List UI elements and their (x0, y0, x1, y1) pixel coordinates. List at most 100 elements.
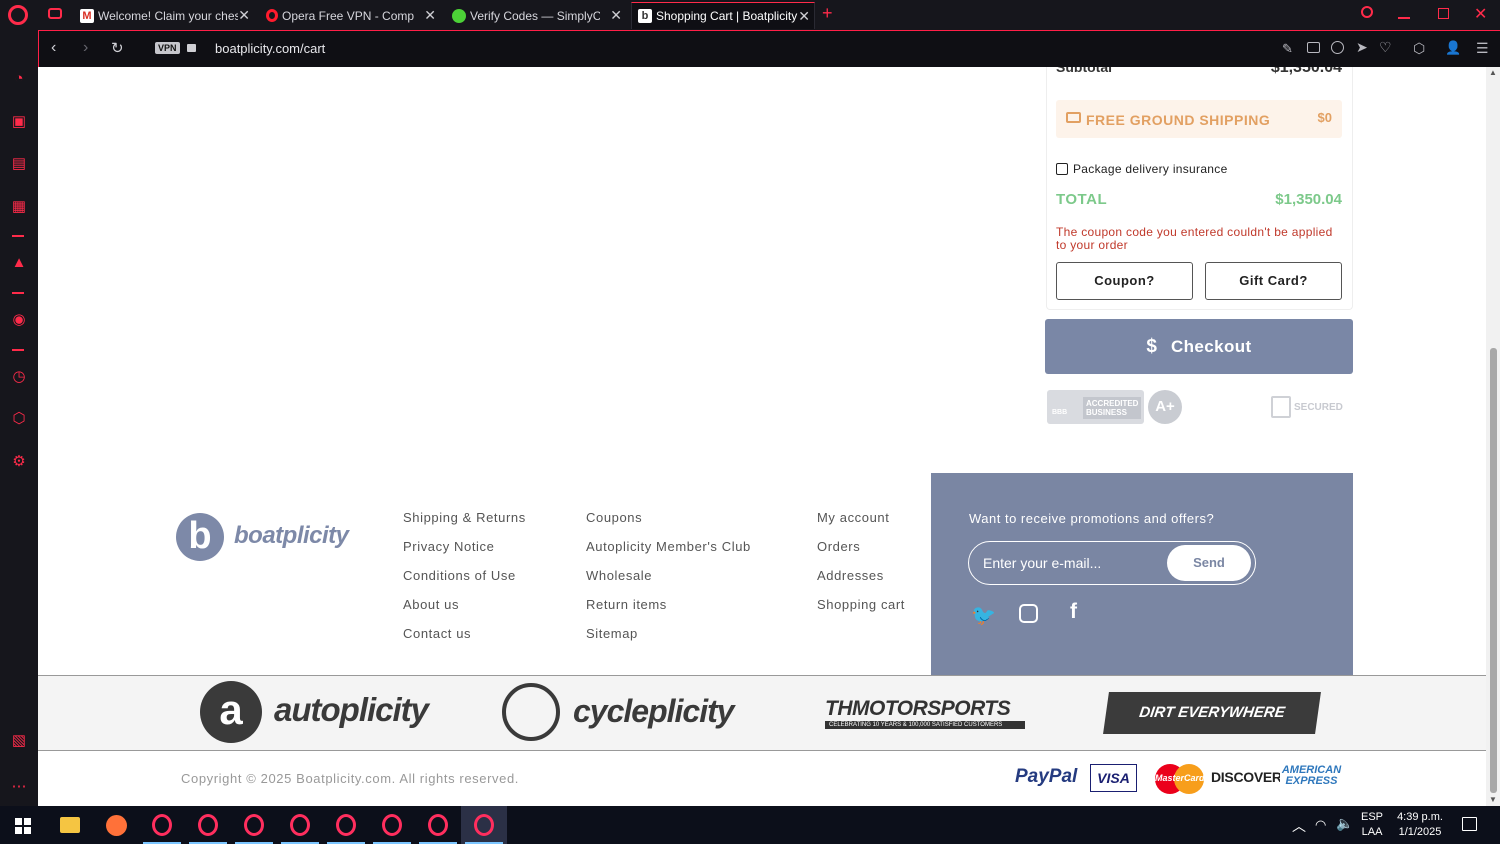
url-field[interactable]: boatplicity.com/cart (215, 41, 325, 56)
coupon-error-message: The coupon code you entered couldn't be … (1056, 225, 1333, 252)
amex-line2: EXPRESS (1285, 775, 1338, 787)
new-tab-button[interactable]: + (822, 3, 833, 24)
start-windows-icon[interactable] (15, 818, 31, 834)
vpn-badge[interactable]: VPN (155, 42, 180, 54)
footer-link[interactable]: Wholesale (586, 568, 652, 583)
extensions-sidebar-icon[interactable]: ⬡ (10, 410, 28, 428)
easy-setup-icon[interactable]: ☰ (1476, 40, 1489, 57)
footer-link[interactable]: My account (817, 510, 889, 525)
taskbar-opera-5[interactable] (323, 806, 369, 844)
speed-dial-icon[interactable]: ◔ (10, 70, 28, 88)
cycleplicity-logo-icon[interactable] (502, 683, 560, 741)
heart-icon[interactable]: ♡ (1379, 39, 1392, 56)
insurance-label[interactable]: Package delivery insurance (1073, 162, 1228, 176)
language-indicator[interactable]: ESP LAA (1361, 810, 1383, 840)
file-explorer-icon[interactable] (60, 817, 80, 833)
brand-dirt-everywhere[interactable]: DIRT EVERYWHERE (1103, 692, 1321, 734)
clock[interactable]: 4:39 p.m. 1/1/2025 (1394, 810, 1446, 840)
shopping-icon[interactable]: ▣ (10, 113, 28, 131)
close-tab-icon[interactable]: ✕ (424, 7, 436, 24)
checkout-button[interactable]: $ Checkout (1045, 319, 1353, 374)
lock-icon[interactable] (187, 44, 196, 52)
subtotal-label: Subtotal (1056, 67, 1112, 75)
edit-icon[interactable]: ✎ (1282, 41, 1293, 57)
facebook-icon[interactable]: f (1070, 600, 1077, 624)
taskbar-opera-6[interactable] (369, 806, 415, 844)
taskbar-opera-3[interactable] (231, 806, 277, 844)
footer-link[interactable]: Conditions of Use (403, 568, 516, 583)
close-tab-icon[interactable]: ✕ (238, 7, 250, 24)
footer-link[interactable]: Addresses (817, 568, 884, 583)
footer-logo-circle[interactable]: b (176, 513, 224, 561)
back-icon[interactable]: ‹ (51, 39, 56, 57)
tab-gmail[interactable]: M Welcome! Claim your chest ✕ (74, 2, 254, 29)
volume-icon[interactable]: 🔈 (1336, 815, 1353, 832)
more-icon[interactable]: ⋯ (10, 778, 28, 796)
aria-icon[interactable]: ▲ (10, 254, 28, 272)
tab-islands-icon[interactable] (48, 8, 62, 19)
footer-link[interactable]: About us (403, 597, 459, 612)
footer-link[interactable]: Coupons (586, 510, 642, 525)
taskbar-opera-4[interactable] (277, 806, 323, 844)
footer-link[interactable]: Shipping & Returns (403, 510, 526, 525)
tab-boatplicity[interactable]: b Shopping Cart | Boatplicity ✕ (631, 2, 815, 29)
footer-link[interactable]: Sitemap (586, 626, 638, 641)
notifications-icon[interactable] (1462, 817, 1477, 831)
extensions-icon[interactable]: ⬡ (1413, 40, 1425, 57)
camera-icon[interactable] (1307, 42, 1320, 53)
brand-autoplicity[interactable]: autoplicity (274, 691, 429, 729)
email-placeholder: Enter your e-mail... (983, 555, 1102, 571)
crypto-wallet-icon[interactable]: ▦ (10, 198, 28, 216)
footer-link[interactable]: Orders (817, 539, 860, 554)
settings-gear-icon[interactable]: ⚙ (10, 453, 28, 471)
close-window-button[interactable]: ✕ (1474, 4, 1487, 24)
taskbar-opera-7[interactable] (415, 806, 461, 844)
send-icon[interactable]: ➤ (1356, 39, 1368, 56)
taskbar-opera-2[interactable] (185, 806, 231, 844)
gift-card-button[interactable]: Gift Card? (1205, 262, 1342, 300)
restore-button[interactable] (1438, 8, 1449, 19)
divider (12, 235, 24, 237)
insurance-checkbox[interactable] (1056, 163, 1068, 175)
shield-icon (1271, 396, 1291, 418)
coupon-button[interactable]: Coupon? (1056, 262, 1193, 300)
instagram-icon[interactable] (1019, 604, 1038, 623)
firefox-icon[interactable] (106, 815, 127, 836)
scroll-down-arrow[interactable]: ▼ (1489, 795, 1497, 804)
dollar-icon: $ (1146, 335, 1157, 357)
opera-menu-icon[interactable] (8, 5, 28, 25)
brand-cycleplicity[interactable]: cycleplicity (573, 693, 735, 730)
thmotorsports-logo[interactable]: THMOTORSPORTS CELEBRATING 10 YEARS & 100… (799, 697, 1025, 729)
player-icon[interactable]: ◉ (10, 311, 28, 329)
scroll-up-arrow[interactable]: ▲ (1489, 68, 1497, 77)
promo-title: Want to receive promotions and offers? (969, 511, 1215, 526)
tab-opera-vpn[interactable]: Opera Free VPN - Complete ✕ (260, 2, 440, 29)
footer-link[interactable]: Shopping cart (817, 597, 905, 612)
reload-icon[interactable]: ↻ (111, 39, 124, 57)
footer-link[interactable]: Privacy Notice (403, 539, 494, 554)
forward-icon[interactable]: › (83, 39, 88, 57)
close-tab-icon[interactable]: ✕ (798, 8, 810, 25)
close-tab-icon[interactable]: ✕ (610, 7, 622, 24)
twitter-icon[interactable]: 🐦 (971, 603, 996, 628)
send-button[interactable]: Send (1167, 545, 1251, 581)
profile-icon[interactable]: 👤 (1445, 40, 1461, 56)
taskbar-opera-8-active[interactable] (461, 806, 507, 844)
footer-link[interactable]: Contact us (403, 626, 471, 641)
scrollbar-thumb[interactable] (1490, 348, 1497, 793)
adblock-icon[interactable] (1331, 41, 1344, 54)
footer-logo[interactable]: boatplicity (234, 522, 349, 550)
tab-simplycodes[interactable]: Verify Codes — SimplyCodes ✕ (446, 2, 626, 29)
autoplicity-logo-icon[interactable]: a (200, 681, 262, 743)
history-icon[interactable]: ◷ (10, 368, 28, 386)
show-hidden-icons-chevron-up-icon[interactable]: ︿ (1292, 816, 1306, 836)
secured-badge[interactable]: SECURED (1294, 402, 1343, 413)
footer-link[interactable]: Return items (586, 597, 667, 612)
search-tabs-icon[interactable] (1361, 6, 1373, 18)
wifi-icon[interactable]: ◠ (1315, 817, 1326, 833)
taskbar-opera-1[interactable] (139, 806, 185, 844)
twitch-icon[interactable]: ▤ (10, 155, 28, 173)
gallery-icon[interactable]: ▧ (10, 732, 28, 750)
footer-link[interactable]: Autoplicity Member's Club (586, 539, 751, 554)
minimize-button[interactable] (1398, 17, 1410, 19)
